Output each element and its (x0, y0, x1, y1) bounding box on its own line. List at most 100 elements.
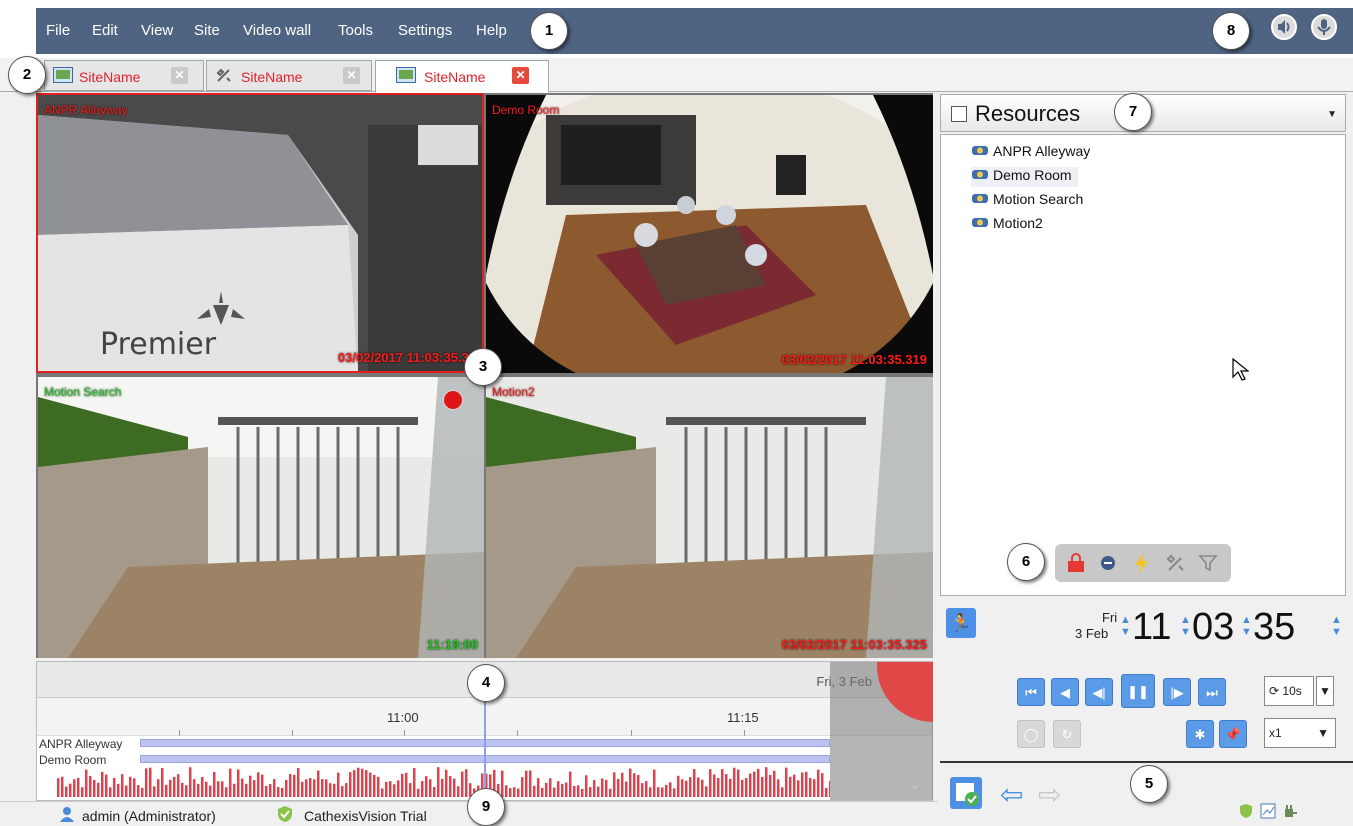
chevron-down-icon[interactable]: ▼ (1316, 676, 1334, 706)
motion-bar (189, 767, 192, 797)
pause-button[interactable]: ❚❚ (1121, 674, 1155, 708)
microphone-icon[interactable] (1311, 14, 1337, 40)
motion-bar (433, 787, 436, 797)
tools-icon[interactable] (1165, 552, 1187, 574)
motion-bar (541, 787, 544, 797)
site-home-button[interactable] (950, 777, 982, 809)
chevron-down-icon: ▼ (1317, 726, 1329, 740)
camera-tile-motion2[interactable]: Motion2 03/02/2017 11:03:35.325 (486, 377, 933, 658)
tab-label: SiteName (241, 69, 303, 85)
menu-file[interactable]: File (46, 22, 70, 39)
speaker-icon[interactable] (1271, 14, 1297, 40)
motion-bar (289, 774, 292, 797)
motion-bar (109, 787, 112, 797)
motion-bar (573, 785, 576, 797)
skip-start-button[interactable]: ⏮ (1017, 678, 1045, 706)
resource-item[interactable]: ANPR Alleyway (971, 143, 1090, 163)
motion-bar (217, 781, 220, 797)
camera-tile-demo-room[interactable]: Demo Room 03/02/2017 11:03:35.319 (486, 95, 933, 373)
hours-spinner-icon[interactable]: ▲ ▼ (1180, 614, 1191, 638)
timeline-playhead[interactable] (484, 698, 486, 800)
motion-bar (633, 773, 636, 797)
step-back-button[interactable]: ◀| (1085, 678, 1113, 706)
menu-site[interactable]: Site (194, 22, 220, 39)
minus-circle-icon[interactable] (1097, 552, 1119, 574)
menu-tools[interactable]: Tools (338, 22, 373, 39)
motion-bar (365, 770, 368, 797)
motion-bar (417, 788, 420, 797)
motion-bar (253, 780, 256, 797)
menu-help[interactable]: Help (476, 22, 507, 39)
pin-button[interactable]: 📌 (1219, 720, 1247, 748)
motion-bar (749, 773, 752, 797)
close-icon[interactable]: ✕ (343, 67, 360, 84)
menu-settings[interactable]: Settings (398, 22, 452, 39)
camera-timestamp: 03/02/2017 11:03:35.319 (781, 352, 927, 367)
date-spinner-icon[interactable]: ▲ ▼ (1120, 614, 1131, 638)
motion-bar (265, 786, 268, 797)
camera-feed (486, 95, 933, 373)
menu-video-wall[interactable]: Video wall (243, 22, 311, 39)
motion-bar (553, 787, 556, 797)
tab-site-1[interactable]: SiteName ✕ (44, 60, 204, 91)
motion-activity-bars (57, 767, 830, 797)
step-forward-button[interactable]: |▶ (1163, 678, 1191, 706)
motion-bar (61, 776, 64, 797)
play-reverse-button[interactable]: ◀ (1051, 678, 1079, 706)
motion-bar (613, 772, 616, 797)
disabled-button-1[interactable]: ◯ (1017, 720, 1045, 748)
speed-select[interactable]: x1 ▼ (1264, 718, 1336, 748)
motion-bar (537, 778, 540, 797)
motion-bar (281, 787, 284, 797)
motion-bar (805, 771, 808, 797)
motion-bar (773, 770, 776, 797)
resource-item[interactable]: Demo Room (971, 167, 1078, 187)
skip-end-button[interactable]: ⏭ (1198, 678, 1226, 706)
camera-name: ANPR Alleyway (44, 103, 128, 117)
motion-bar (309, 778, 312, 797)
resource-item[interactable]: Motion Search (971, 191, 1083, 211)
motion-bar (393, 784, 396, 797)
tab-site-3[interactable]: SiteName ✕ (375, 60, 549, 93)
back-arrow-icon[interactable]: ⇦ (1000, 781, 1023, 809)
motion-bar (357, 767, 360, 797)
lightning-icon[interactable] (1131, 552, 1153, 574)
tick (292, 730, 293, 736)
camera-tile-motion-search[interactable]: Motion Search 11:19:00 (38, 377, 484, 658)
motion-bar (501, 770, 504, 797)
motion-bar (269, 784, 272, 797)
close-icon[interactable]: ✕ (171, 67, 188, 84)
motion-bar (797, 780, 800, 797)
seconds-spinner-icon[interactable]: ▲ ▼ (1331, 614, 1342, 638)
menu-view[interactable]: View (141, 22, 173, 39)
motion-bar (621, 772, 624, 797)
motion-bar (93, 779, 96, 797)
motion-bar (765, 767, 768, 797)
minutes-spinner-icon[interactable]: ▲ ▼ (1241, 614, 1252, 638)
chevron-down-icon[interactable]: ⌄ (909, 776, 921, 793)
motion-bar (141, 787, 144, 797)
clock-minutes: 03 (1192, 606, 1235, 648)
motion-bar (349, 772, 352, 797)
menu-edit[interactable]: Edit (92, 22, 118, 39)
chart-icon[interactable] (1260, 803, 1276, 819)
close-icon[interactable]: ✕ (512, 67, 529, 84)
motion-bar (277, 787, 280, 797)
motion-bar (257, 772, 260, 797)
disabled-button-2[interactable]: ↻ (1053, 720, 1081, 748)
live-mode-button[interactable]: 🏃 (946, 608, 976, 638)
resource-item[interactable]: Motion2 (971, 215, 1043, 235)
tab-site-2[interactable]: SiteName ✕ (206, 60, 372, 91)
motion-bar (673, 788, 676, 797)
motion-bar (729, 778, 732, 797)
filter-icon[interactable] (1197, 552, 1219, 574)
motion-bar (557, 781, 560, 797)
camera-tile-anpr-alleyway[interactable]: Premier ANPR Alleyway 03/02/2017 11:03:3… (36, 93, 484, 373)
skip-interval-select[interactable]: ⟳ 10s (1264, 676, 1314, 706)
lock-icon[interactable] (1065, 552, 1087, 574)
tools-icon (216, 68, 231, 82)
bookmark-button[interactable]: ✱ (1186, 720, 1214, 748)
chevron-down-icon[interactable]: ▼ (1327, 109, 1337, 120)
camera-name: Motion2 (492, 385, 535, 399)
forward-arrow-icon[interactable]: ⇨ (1038, 781, 1061, 809)
